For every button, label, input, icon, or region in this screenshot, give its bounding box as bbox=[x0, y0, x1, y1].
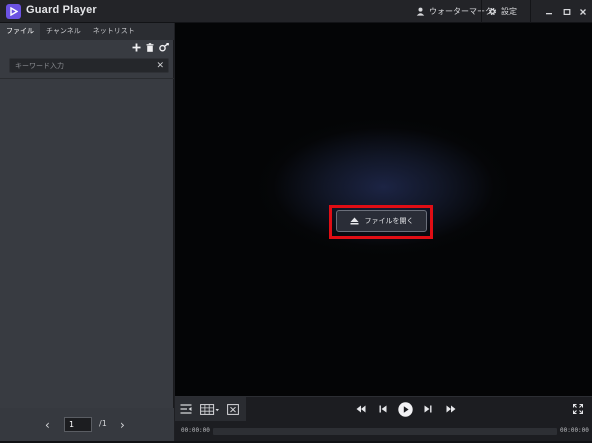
tab-files[interactable]: ファイル bbox=[0, 23, 40, 40]
playlist-toggle-button[interactable] bbox=[179, 402, 193, 416]
page-total: /1 bbox=[99, 419, 107, 428]
fast-forward-button[interactable] bbox=[445, 402, 457, 416]
close-button[interactable] bbox=[575, 0, 591, 23]
app-title: Guard Player bbox=[26, 4, 97, 16]
eject-icon bbox=[350, 217, 358, 225]
tab-channels[interactable]: チャンネル bbox=[40, 23, 87, 40]
open-file-button[interactable]: ファイルを開く bbox=[336, 210, 427, 232]
file-toolbar bbox=[132, 43, 169, 52]
page-number-input[interactable] bbox=[64, 417, 92, 432]
search-box: ✕ bbox=[9, 58, 169, 73]
next-page-icon[interactable]: › bbox=[120, 418, 125, 432]
share-icon[interactable] bbox=[159, 43, 169, 52]
add-icon[interactable] bbox=[132, 43, 141, 52]
view-tools bbox=[175, 397, 246, 421]
search-input[interactable] bbox=[10, 59, 150, 72]
play-icon bbox=[397, 401, 413, 417]
sidebar: ファイル チャンネル ネットリスト ✕ ‹ /1 › bbox=[0, 23, 174, 443]
settings-label: 設定 bbox=[501, 7, 517, 16]
control-bar: 00:00:00 00:00:00 bbox=[175, 396, 592, 443]
rewind-button[interactable] bbox=[355, 402, 367, 416]
close-all-button[interactable] bbox=[226, 402, 240, 416]
split-screen-button[interactable] bbox=[199, 402, 221, 416]
sidebar-tabs: ファイル チャンネル ネットリスト bbox=[0, 23, 174, 40]
user-icon bbox=[416, 7, 425, 16]
gear-icon bbox=[488, 7, 497, 16]
minimize-button[interactable] bbox=[541, 0, 557, 23]
rewind-icon bbox=[356, 405, 366, 413]
play-button[interactable] bbox=[397, 401, 413, 417]
sidebar-divider bbox=[0, 78, 174, 79]
settings-button[interactable]: 設定 bbox=[482, 0, 523, 23]
grid-layout-icon bbox=[200, 403, 219, 415]
tab-netlist[interactable]: ネットリスト bbox=[87, 23, 141, 40]
fast-forward-icon bbox=[446, 405, 456, 413]
fullscreen-button[interactable] bbox=[572, 402, 584, 416]
maximize-button[interactable] bbox=[559, 0, 575, 23]
prev-page-icon[interactable]: ‹ bbox=[45, 418, 50, 432]
close-icon bbox=[580, 8, 586, 15]
minimize-icon bbox=[546, 12, 552, 14]
step-back-button[interactable] bbox=[377, 402, 389, 416]
video-display: ファイルを開く bbox=[175, 23, 592, 396]
clear-search-icon[interactable]: ✕ bbox=[156, 60, 164, 72]
pagination: ‹ /1 › bbox=[0, 408, 174, 443]
step-forward-button[interactable] bbox=[422, 402, 434, 416]
timeline-slider[interactable] bbox=[213, 428, 557, 435]
open-file-label: ファイルを開く bbox=[364, 217, 414, 225]
maximize-icon bbox=[563, 8, 571, 15]
step-back-icon bbox=[379, 405, 387, 413]
trash-icon[interactable] bbox=[146, 43, 154, 52]
fullscreen-icon bbox=[573, 404, 583, 414]
current-time: 00:00:00 bbox=[181, 427, 210, 434]
step-forward-icon bbox=[424, 405, 432, 413]
app-logo-icon bbox=[6, 4, 21, 19]
total-time: 00:00:00 bbox=[560, 427, 589, 434]
title-bar: Guard Player ウォーターマーク 設定 bbox=[0, 0, 592, 23]
close-window-icon bbox=[227, 403, 239, 415]
title-separator bbox=[530, 0, 531, 23]
list-toggle-icon bbox=[180, 404, 192, 414]
